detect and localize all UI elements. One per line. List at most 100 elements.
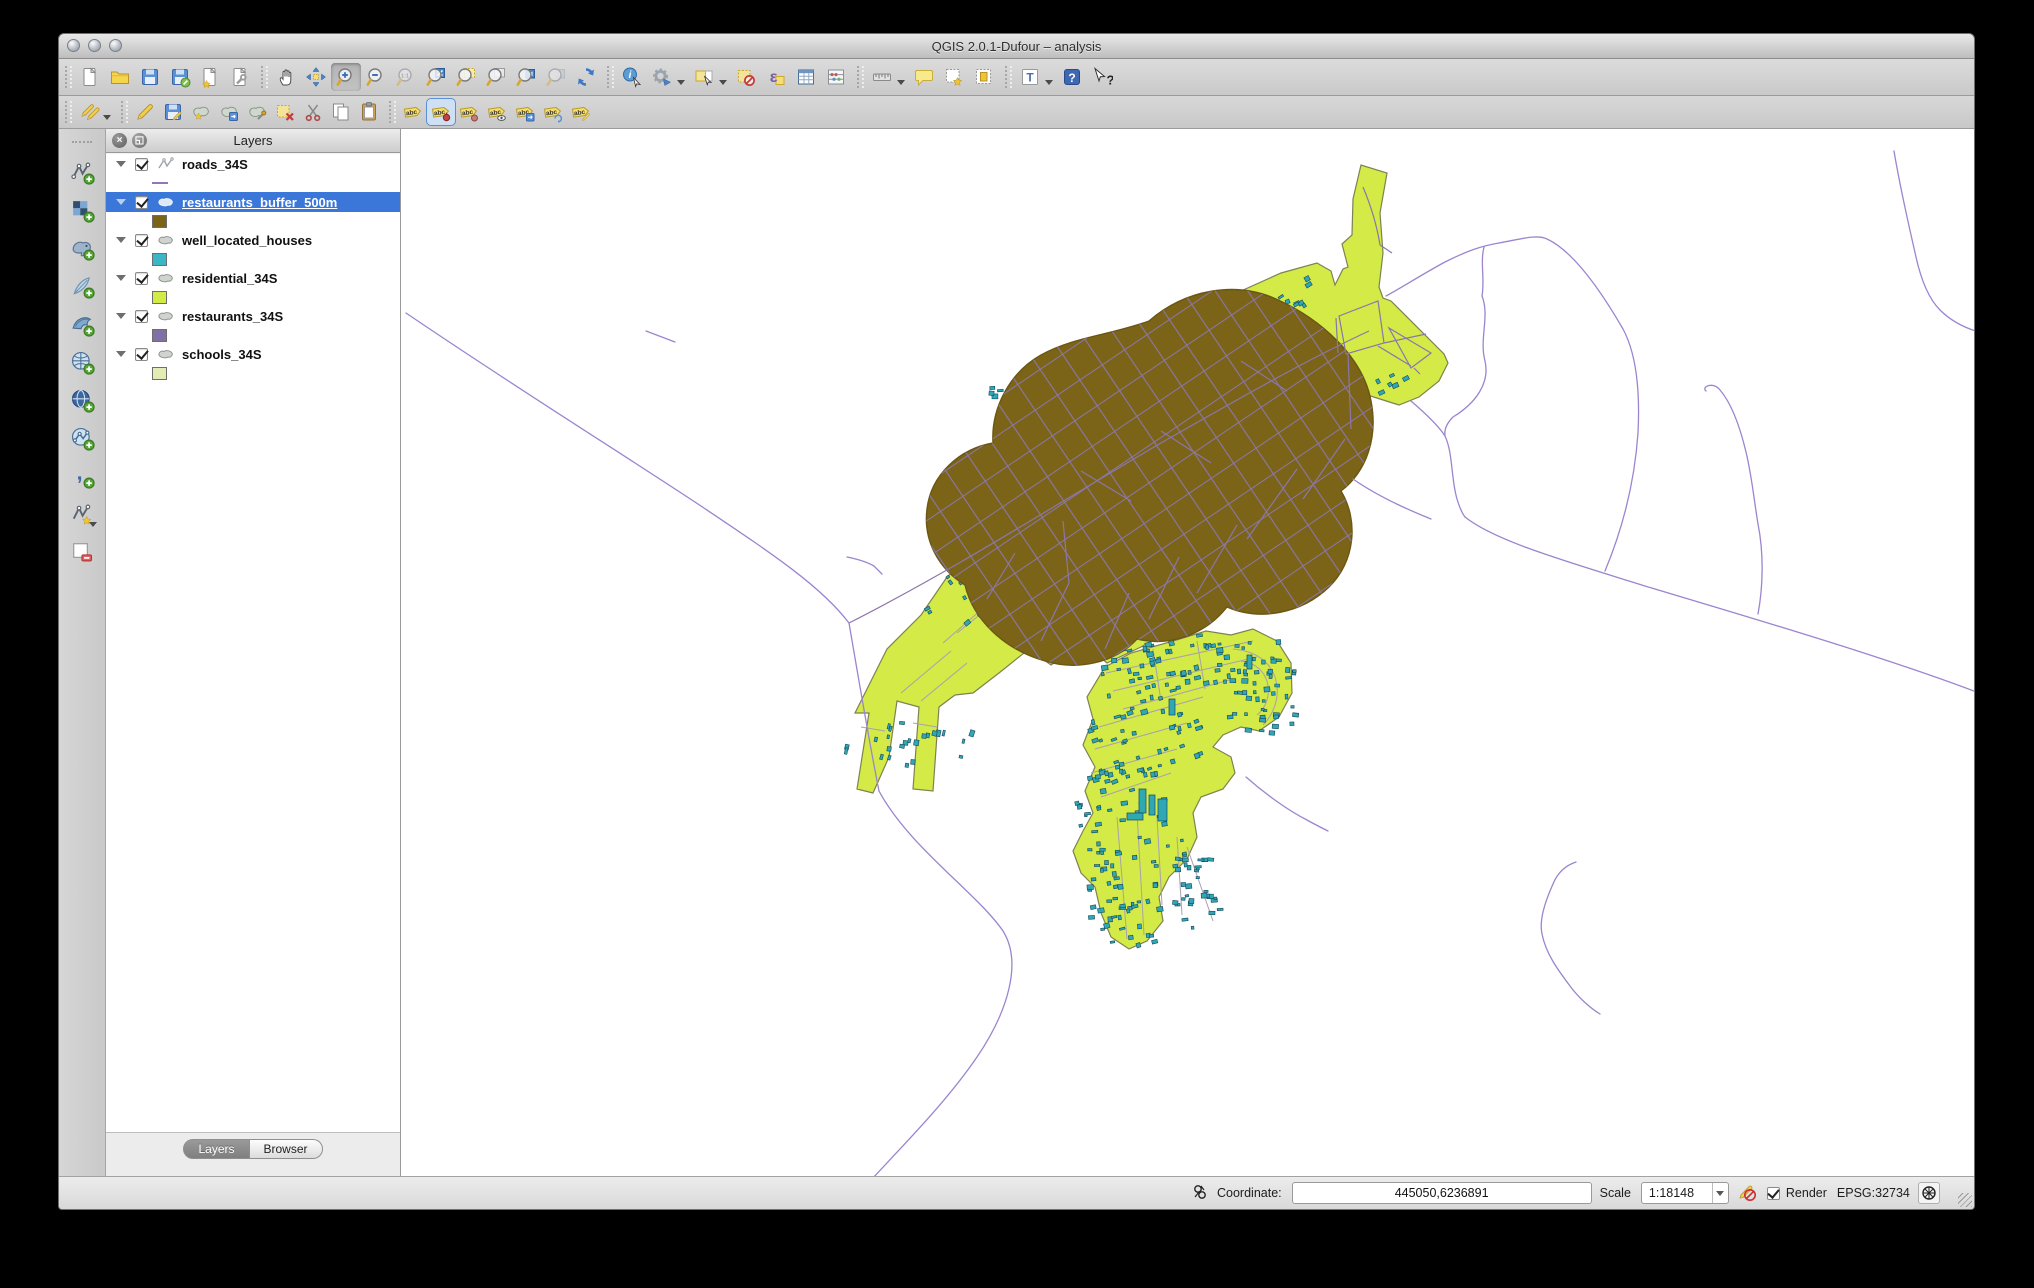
layer-visibility-checkbox[interactable] xyxy=(135,234,148,247)
map-tips-button[interactable] xyxy=(909,63,939,91)
whats-this-button[interactable]: ? xyxy=(1087,63,1117,91)
pan-map-button[interactable] xyxy=(271,63,301,91)
title-bar[interactable]: QGIS 2.0.1-Dufour – analysis xyxy=(59,34,1974,59)
add-wms-layer-button[interactable] xyxy=(65,345,99,379)
save-layer-edits-button[interactable] xyxy=(159,99,187,125)
layer-visibility-checkbox[interactable] xyxy=(135,310,148,323)
measure-line-button[interactable] xyxy=(867,63,897,91)
label-pin-button[interactable]: abc xyxy=(427,99,455,125)
layer-symbol-swatch[interactable] xyxy=(152,253,167,266)
layer-item-restaurants_buffer_500m[interactable]: restaurants_buffer_500m xyxy=(106,192,400,212)
coordinate-input[interactable] xyxy=(1292,1182,1592,1204)
label-move-button[interactable]: abc xyxy=(511,99,539,125)
label-unpin-button[interactable]: abc xyxy=(455,99,483,125)
render-checkbox[interactable] xyxy=(1767,1187,1780,1200)
add-feature-button[interactable] xyxy=(187,99,215,125)
layer-symbol-swatch[interactable] xyxy=(152,215,167,228)
cut-features-button[interactable] xyxy=(299,99,327,125)
run-feature-action-button[interactable] xyxy=(647,63,677,91)
paste-features-button[interactable] xyxy=(355,99,383,125)
show-bookmarks-button[interactable] xyxy=(969,63,999,91)
map-canvas[interactable] xyxy=(401,129,1975,1178)
window-resize-grip[interactable] xyxy=(1958,1193,1972,1207)
current-edits-button[interactable] xyxy=(75,99,103,125)
expand-collapse-icon[interactable] xyxy=(116,161,126,167)
zoom-next-button[interactable] xyxy=(541,63,571,91)
copy-features-button[interactable] xyxy=(327,99,355,125)
layer-visibility-checkbox[interactable] xyxy=(135,196,148,209)
add-mssql-layer-button[interactable] xyxy=(65,307,99,341)
layer-item-roads_34S[interactable]: roads_34S xyxy=(106,154,400,174)
measure-line-dropdown-icon[interactable] xyxy=(897,80,905,85)
remove-layer-button[interactable] xyxy=(65,535,99,569)
text-annotation-dropdown-icon[interactable] xyxy=(1045,80,1053,85)
zoom-actual-button[interactable]: 1:1 xyxy=(391,63,421,91)
help-contents-button[interactable]: ? xyxy=(1057,63,1087,91)
layer-item-well_located_houses[interactable]: well_located_houses xyxy=(106,230,400,250)
stop-rendering-icon[interactable] xyxy=(1737,1182,1757,1205)
add-wfs-layer-button[interactable] xyxy=(65,421,99,455)
label-layer-button[interactable]: abc xyxy=(399,99,427,125)
move-feature-button[interactable] xyxy=(215,99,243,125)
layer-symbol-swatch[interactable] xyxy=(152,329,167,342)
open-attribute-table-button[interactable] xyxy=(791,63,821,91)
select-by-expression-button[interactable]: ε xyxy=(761,63,791,91)
zoom-last-button[interactable] xyxy=(511,63,541,91)
open-project-button[interactable] xyxy=(105,63,135,91)
new-shapefile-layer-dropdown-icon[interactable] xyxy=(89,522,97,527)
panel-tab-layers[interactable]: Layers xyxy=(183,1139,249,1159)
toggle-editing-button[interactable] xyxy=(131,99,159,125)
current-edits-dropdown-icon[interactable] xyxy=(103,115,111,120)
panel-close-icon[interactable]: × xyxy=(112,133,127,148)
save-project-as-button[interactable] xyxy=(165,63,195,91)
zoom-in-button[interactable] xyxy=(331,63,361,91)
panel-tab-browser[interactable]: Browser xyxy=(250,1139,323,1159)
label-properties-button[interactable]: abc xyxy=(567,99,595,125)
zoom-to-layer-button[interactable] xyxy=(481,63,511,91)
run-feature-action-dropdown-icon[interactable] xyxy=(677,80,685,85)
crs-status-icon[interactable] xyxy=(1918,1182,1940,1204)
zoom-out-button[interactable] xyxy=(361,63,391,91)
label-highlight-button[interactable]: abc xyxy=(483,99,511,125)
layer-visibility-checkbox[interactable] xyxy=(135,272,148,285)
layer-visibility-checkbox[interactable] xyxy=(135,158,148,171)
add-wcs-layer-button[interactable] xyxy=(65,383,99,417)
layer-symbol-swatch[interactable] xyxy=(152,367,167,380)
coordinate-capture-icon[interactable] xyxy=(1191,1183,1209,1204)
zoom-to-selection-button[interactable] xyxy=(451,63,481,91)
expand-collapse-icon[interactable] xyxy=(116,275,126,281)
new-project-button[interactable] xyxy=(75,63,105,91)
node-tool-button[interactable] xyxy=(243,99,271,125)
field-calculator-button[interactable] xyxy=(821,63,851,91)
layer-item-restaurants_34S[interactable]: restaurants_34S xyxy=(106,306,400,326)
layer-symbol-swatch[interactable] xyxy=(152,291,167,304)
select-features-button[interactable] xyxy=(689,63,719,91)
delete-selected-button[interactable] xyxy=(271,99,299,125)
expand-collapse-icon[interactable] xyxy=(116,237,126,243)
panel-float-icon[interactable]: ◱ xyxy=(132,133,147,148)
composer-manager-button[interactable] xyxy=(225,63,255,91)
layer-symbol-swatch[interactable] xyxy=(152,182,168,184)
pan-to-selection-button[interactable] xyxy=(301,63,331,91)
zoom-full-button[interactable] xyxy=(421,63,451,91)
new-composer-button[interactable] xyxy=(195,63,225,91)
deselect-features-button[interactable] xyxy=(731,63,761,91)
layer-visibility-checkbox[interactable] xyxy=(135,348,148,361)
add-spatialite-layer-button[interactable] xyxy=(65,269,99,303)
refresh-map-button[interactable] xyxy=(571,63,601,91)
identify-features-button[interactable]: i xyxy=(617,63,647,91)
save-project-button[interactable] xyxy=(135,63,165,91)
new-bookmark-button[interactable] xyxy=(939,63,969,91)
new-shapefile-layer-button[interactable] xyxy=(65,497,99,531)
scale-combobox[interactable]: 1:18148 xyxy=(1641,1182,1729,1204)
add-delimited-text-button[interactable]: , xyxy=(65,459,99,493)
add-postgis-layer-button[interactable] xyxy=(65,231,99,265)
add-raster-layer-button[interactable] xyxy=(65,193,99,227)
select-features-dropdown-icon[interactable] xyxy=(719,80,727,85)
new-vector-layer-button[interactable] xyxy=(65,155,99,189)
layer-item-schools_34S[interactable]: schools_34S xyxy=(106,344,400,364)
expand-collapse-icon[interactable] xyxy=(116,313,126,319)
expand-collapse-icon[interactable] xyxy=(116,351,126,357)
expand-collapse-icon[interactable] xyxy=(116,199,126,205)
layer-item-residential_34S[interactable]: residential_34S xyxy=(106,268,400,288)
